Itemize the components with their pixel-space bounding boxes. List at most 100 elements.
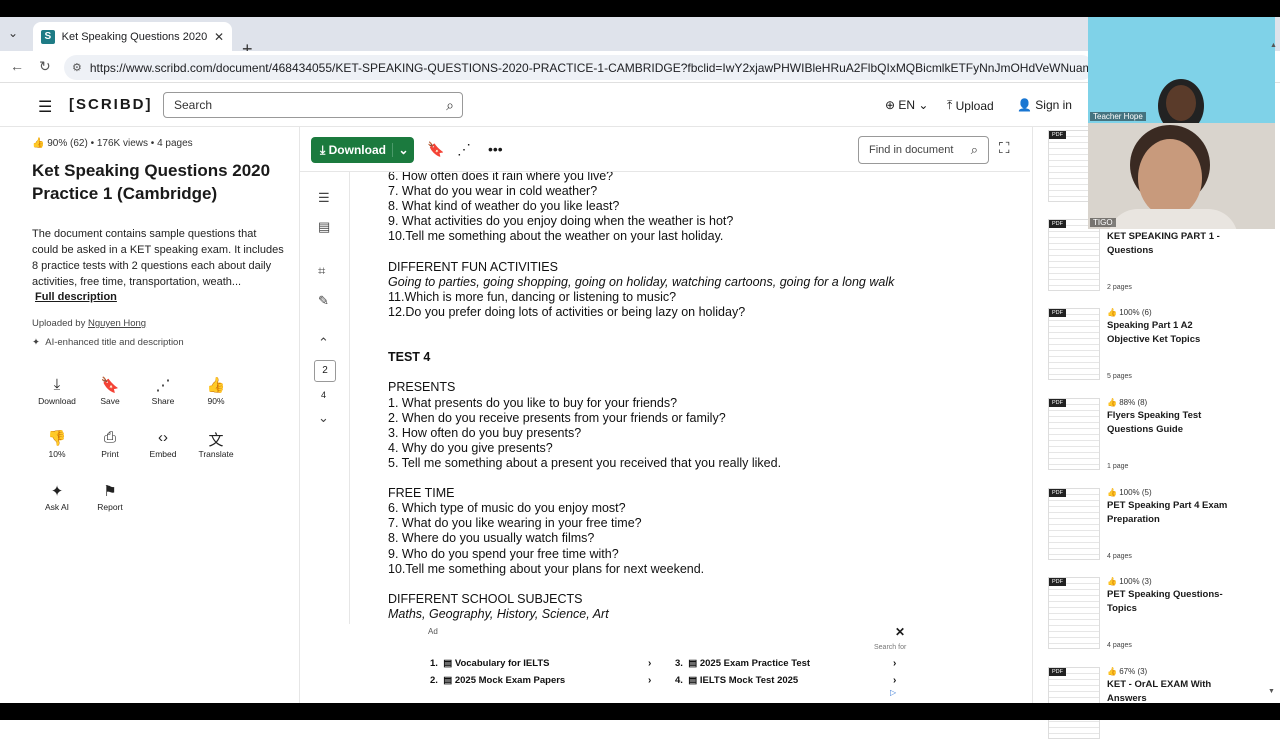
pages-icon[interactable]: ▤ bbox=[318, 219, 330, 235]
ad-close-icon[interactable]: ✕ bbox=[895, 625, 905, 639]
chevron-right-icon: › bbox=[648, 658, 652, 669]
back-arrow-icon[interactable]: ← bbox=[10, 58, 24, 74]
recommended-title[interactable]: PET Speaking Questions-Topics bbox=[1107, 588, 1237, 616]
teacher-name-label: Teacher Hope bbox=[1090, 112, 1146, 121]
recommended-title[interactable]: KET SPEAKING PART 1 - Questions bbox=[1107, 230, 1237, 258]
document-text-line: TEST 4 bbox=[388, 350, 431, 365]
scroll-up-arrow-icon[interactable]: ▲ bbox=[1270, 42, 1277, 49]
download-action[interactable]: ⤓ Download bbox=[32, 372, 82, 418]
sign-in-button[interactable]: 👤 Sign in bbox=[1017, 98, 1072, 112]
document-thumbnail[interactable]: PDF bbox=[1048, 488, 1100, 560]
screen-top-bar bbox=[0, 0, 1280, 17]
reload-icon[interactable]: ↻ bbox=[39, 58, 51, 75]
upload-button[interactable]: ⤒ Upload bbox=[947, 98, 994, 113]
document-text-line: 10.Tell me something about the weather o… bbox=[388, 229, 724, 244]
document-thumbnail[interactable]: PDF bbox=[1048, 398, 1100, 470]
page-down-chevron-icon[interactable]: ⌄ bbox=[318, 410, 329, 426]
recommended-title[interactable]: Speaking Part 1 A2 Objective Ket Topics bbox=[1107, 319, 1237, 347]
user-icon: 👤 bbox=[1017, 98, 1036, 112]
outline-icon[interactable]: ☰ bbox=[318, 190, 330, 206]
tab-search-chevron-icon[interactable]: ⌄ bbox=[8, 26, 18, 40]
recommended-title[interactable]: KET - OrAL EXAM With Answers bbox=[1107, 678, 1237, 706]
upvote-action[interactable]: 👍 90% bbox=[191, 372, 241, 418]
search-icon[interactable]: ⌕ bbox=[446, 97, 454, 114]
recommended-document[interactable]: PDF KET SPEAKING PART 1 - Questions 2 page… bbox=[1048, 219, 1273, 299]
ad-item-3[interactable]: 3. ▤ 2025 Exam Practice Test › bbox=[675, 658, 905, 669]
ad-choices-icon[interactable]: ▷ bbox=[890, 688, 896, 697]
document-thumbnail[interactable]: PDF bbox=[1048, 577, 1100, 649]
full-description-link[interactable]: Full description bbox=[35, 291, 117, 303]
document-text-line: 7. What do you like wearing in your free… bbox=[388, 516, 642, 531]
rating: 👍 100% (5) bbox=[1107, 488, 1152, 497]
download-dropdown-chevron-icon[interactable]: ⌄ bbox=[392, 143, 414, 157]
download-button[interactable]: ⤓ Download ⌄ bbox=[311, 137, 414, 163]
tab-close-icon[interactable]: ✕ bbox=[214, 30, 224, 44]
screen-bottom-bar bbox=[0, 703, 1280, 720]
ad-item-4[interactable]: 4. ▤ IELTS Mock Test 2025 › bbox=[675, 675, 905, 686]
url-text: https://www.scribd.com/document/46843405… bbox=[89, 60, 1094, 75]
share-icon[interactable]: ⋰ bbox=[457, 141, 471, 158]
search-icon[interactable]: ⌕ bbox=[971, 142, 978, 158]
ad-item-1[interactable]: 1. ▤ Vocabulary for IELTS › bbox=[430, 658, 660, 669]
language-selector[interactable]: ⊕ EN ⌄ bbox=[885, 98, 928, 112]
share-action[interactable]: ⋰ Share bbox=[138, 372, 188, 418]
url-omnibox[interactable]: ⚙ https://www.scribd.com/document/468434… bbox=[64, 55, 1094, 80]
viewer-side-tools: ☰ ▤ ⌗ ✎ ⌃ 2 4 ⌄ bbox=[300, 172, 350, 624]
ad-num: 2. bbox=[430, 675, 438, 686]
save-action[interactable]: 🔖 Save bbox=[85, 372, 135, 418]
globe-icon: ⊕ bbox=[885, 98, 899, 112]
recommended-document[interactable]: PDF 👍 100% (5) PET Speaking Part 4 Exam Pr… bbox=[1048, 488, 1273, 568]
uploader-link[interactable]: Nguyen Hong bbox=[88, 318, 146, 329]
bookmark-icon[interactable]: 🔖 bbox=[427, 141, 444, 158]
translate-action[interactable]: 文 Translate bbox=[191, 425, 241, 471]
printer-icon: ⎙ bbox=[103, 429, 116, 446]
rating: 👍 100% (3) bbox=[1107, 577, 1152, 586]
scroll-down-arrow-icon[interactable]: ▼ bbox=[1268, 688, 1275, 695]
recommended-title[interactable]: Flyers Speaking Test Questions Guide bbox=[1107, 409, 1237, 437]
chevron-right-icon: › bbox=[893, 658, 897, 669]
browser-tab-active[interactable]: S Ket Speaking Questions 2020 Prac ✕ bbox=[33, 22, 232, 51]
more-options-icon[interactable]: ••• bbox=[488, 141, 503, 157]
downvote-action[interactable]: 👎 10% bbox=[32, 425, 82, 471]
document-description: The document contains sample questions t… bbox=[32, 228, 284, 288]
ad-text: IELTS Mock Test 2025 bbox=[699, 675, 799, 686]
recommended-title[interactable]: PET Speaking Part 4 Exam Preparation bbox=[1107, 499, 1237, 527]
download-button-label: ⤓ Download bbox=[320, 142, 386, 157]
thumb-up-icon: 👍 bbox=[1107, 488, 1117, 497]
document-text-line: Maths, Geography, History, Science, Art bbox=[388, 606, 609, 621]
document-text-line: DIFFERENT SCHOOL SUBJECTS bbox=[388, 591, 583, 606]
print-action[interactable]: ⎙ Print bbox=[85, 425, 135, 471]
document-page-view[interactable]: 6. How often does it rain where you live… bbox=[350, 172, 1020, 624]
rating: 👍 88% (8) bbox=[1107, 398, 1147, 407]
embed-action[interactable]: ‹› Embed bbox=[138, 425, 188, 471]
document-text-line: FREE TIME bbox=[388, 486, 455, 501]
document-thumbnail[interactable]: PDF bbox=[1048, 308, 1100, 380]
download-text: Download bbox=[328, 142, 386, 157]
search-input[interactable]: Search ⌕ bbox=[163, 92, 463, 118]
page-up-chevron-icon[interactable]: ⌃ bbox=[318, 335, 329, 351]
scribd-logo[interactable]: [SCRIBD] bbox=[69, 96, 153, 113]
site-info-icon[interactable]: ⚙ bbox=[72, 61, 82, 74]
pdf-tag: PDF bbox=[1049, 220, 1066, 228]
fullscreen-icon[interactable]: ⛶ bbox=[999, 140, 1010, 157]
current-page-input[interactable]: 2 bbox=[314, 360, 336, 382]
recommended-document[interactable]: PDF 👍 100% (3) PET Speaking Questions-Topi… bbox=[1048, 577, 1273, 657]
ask-ai-action[interactable]: ✦ Ask AI bbox=[32, 478, 82, 524]
document-text-line: 2. When do you receive presents from you… bbox=[388, 410, 726, 425]
student-name-label: TIGO bbox=[1090, 218, 1116, 227]
document-text-line: 1. What presents do you like to buy for … bbox=[388, 395, 678, 410]
pdf-tag: PDF bbox=[1049, 578, 1066, 586]
recommended-document[interactable]: PDF 👍 100% (6) Speaking Part 1 A2 Objectiv… bbox=[1048, 308, 1273, 388]
hamburger-menu-icon[interactable]: ☰ bbox=[38, 97, 52, 117]
thumb-down-icon: 👎 bbox=[47, 430, 67, 447]
recommended-document[interactable]: PDF 👍 88% (8) Flyers Speaking Test Questio… bbox=[1048, 398, 1273, 478]
report-action[interactable]: ⚑ Report bbox=[85, 478, 135, 524]
translate-icon: 文 bbox=[208, 432, 224, 449]
document-thumbnail[interactable]: PDF bbox=[1048, 219, 1100, 291]
pdf-tag: PDF bbox=[1049, 131, 1066, 139]
find-in-document-input[interactable]: Find in document ⌕ bbox=[858, 136, 989, 164]
ad-item-2[interactable]: 2. ▤ 2025 Mock Exam Papers › bbox=[430, 675, 660, 686]
pen-icon[interactable]: ✎ bbox=[318, 293, 329, 309]
recommended-pages: 2 pages bbox=[1107, 284, 1132, 291]
annotate-icon[interactable]: ⌗ bbox=[318, 263, 325, 279]
